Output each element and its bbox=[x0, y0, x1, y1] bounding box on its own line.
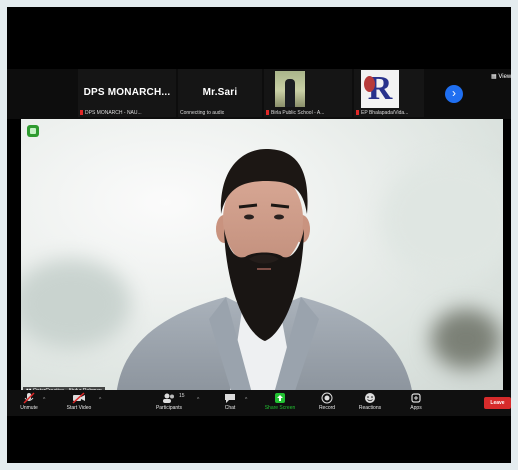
chevron-up-icon[interactable]: ^ bbox=[99, 397, 101, 403]
participant-caption: Connecting to audio bbox=[180, 110, 225, 116]
participant-name: DPS MONARCH... bbox=[83, 87, 171, 98]
main-video: ▮▮ QatarCreative - Abdur Rehman bbox=[21, 119, 503, 397]
apps-icon bbox=[411, 393, 421, 403]
share-screen-icon bbox=[275, 393, 285, 403]
thumbnail-mr-sari[interactable]: Mr.Sari Connecting to audio bbox=[178, 69, 262, 117]
reactions-icon bbox=[365, 393, 375, 403]
view-button[interactable]: ▦ View bbox=[491, 73, 511, 80]
mic-muted-icon bbox=[356, 110, 359, 116]
participant-caption: DPS MONARCH - NAU... bbox=[80, 110, 142, 116]
next-page-arrow-icon[interactable]: › bbox=[445, 85, 463, 103]
reactions-button[interactable]: Reactions bbox=[353, 392, 387, 411]
chevron-up-icon[interactable]: ^ bbox=[197, 397, 199, 403]
record-button[interactable]: Record bbox=[313, 392, 341, 411]
participants-count: 15 bbox=[179, 393, 185, 399]
participant-name: Mr.Sari bbox=[202, 87, 238, 98]
apps-button[interactable]: Apps bbox=[405, 392, 427, 411]
participant-caption: Birla Public School - A... bbox=[266, 110, 324, 116]
chat-icon bbox=[225, 394, 235, 403]
leave-button[interactable]: Leave bbox=[484, 397, 511, 409]
record-icon bbox=[321, 392, 333, 404]
mic-muted-icon bbox=[80, 110, 83, 116]
thumbnail-dps-monarch[interactable]: DPS MONARCH... DPS MONARCH - NAU... bbox=[78, 69, 176, 117]
speaker-video bbox=[116, 149, 413, 397]
logo-r-icon: R bbox=[361, 70, 399, 108]
participant-caption: EP Bhalapada/Vida... bbox=[356, 110, 408, 116]
zoom-window: DPS MONARCH... DPS MONARCH - NAU... Mr.S… bbox=[7, 7, 511, 463]
participants-icon bbox=[163, 393, 174, 403]
share-screen-button[interactable]: Share Screen bbox=[259, 392, 301, 411]
thumbnail-strip: DPS MONARCH... DPS MONARCH - NAU... Mr.S… bbox=[7, 69, 511, 119]
thumbnail-ep-bhalapada[interactable]: R EP Bhalapada/Vida... bbox=[354, 69, 424, 117]
thumbnail-birla-public-school[interactable]: Birla Public School - A... bbox=[264, 69, 352, 117]
chevron-up-icon[interactable]: ^ bbox=[43, 397, 45, 403]
chevron-up-icon[interactable]: ^ bbox=[245, 397, 247, 403]
mic-off-icon bbox=[23, 392, 35, 404]
participant-video bbox=[275, 71, 305, 107]
chat-button[interactable]: Chat bbox=[217, 392, 243, 411]
mute-button[interactable]: Unmute bbox=[17, 392, 41, 411]
start-video-button[interactable]: Start Video bbox=[61, 392, 97, 411]
mic-muted-icon bbox=[266, 110, 269, 116]
meeting-toolbar: Unmute ^ Start Video ^ Participants 15 ^ bbox=[7, 390, 511, 416]
video-off-icon bbox=[72, 392, 85, 404]
